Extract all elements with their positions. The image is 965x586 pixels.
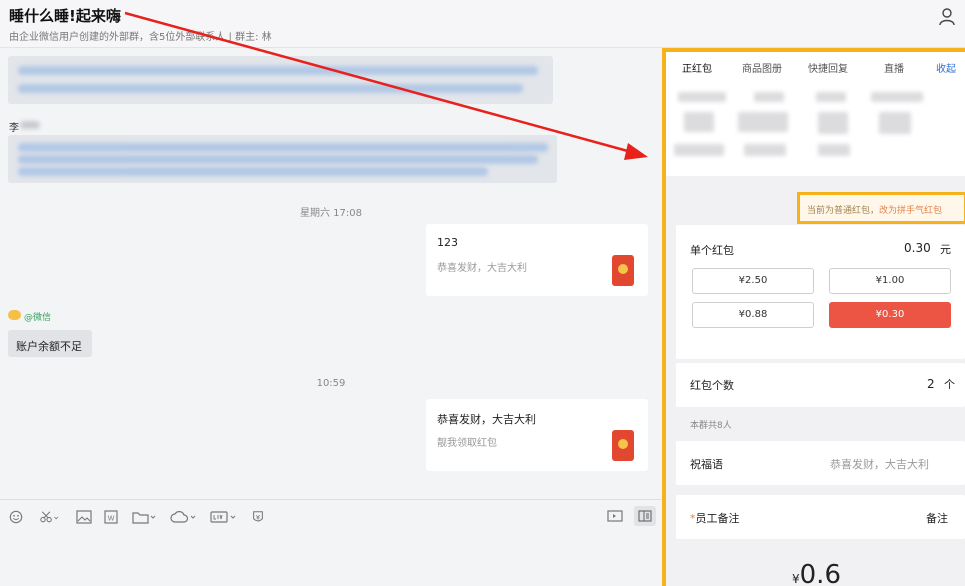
red-packet-subtitle: 恭喜发财，大吉大利 [437,263,527,274]
staff-note-label-text: 员工备注 [695,512,740,525]
red-packet-title: 恭喜发财，大吉大利 [437,413,536,426]
tab-red-packet[interactable]: 正红包 [682,60,712,75]
amount-option-0-88[interactable]: ¥0.88 [692,302,814,328]
red-envelope-icon [612,430,634,461]
packet-count-section: 红包个数 2 个 [676,363,965,407]
packet-type-text: 当前为普通红包， [807,206,880,216]
red-packet-icon[interactable] [250,510,266,524]
text-bubble: 账户余额不足 [8,330,92,357]
scissors-icon[interactable] [38,510,62,524]
switch-to-lucky-link[interactable]: 改为拼手气红包 [879,206,942,216]
tab-product-album[interactable]: 商品图册 [742,60,782,75]
group-subtitle: 由企业微信用户创建的外部群，含5位外部联系人 | 群主: 林 [9,32,272,43]
input-toolbar: W [0,499,662,586]
sender-tag: @微信 [24,313,52,323]
timestamp: 10:59 [316,378,346,389]
amount-option-0-30[interactable]: ¥0.30 [829,302,951,328]
emoji-icon[interactable] [8,510,24,524]
group-title: 睡什么睡!起来嗨 [9,7,121,25]
sidebar-toggle-button[interactable] [634,506,656,526]
amount-option-2-50[interactable]: ¥2.50 [692,268,814,294]
total-amount: ¥0.6 [792,560,841,586]
red-packet-panel: 正红包 商品图册 快捷回复 直播 收起 当前为普通红包，改为拼手气红包 单个红包… [662,48,965,586]
tab-quick-reply[interactable]: 快捷回复 [808,60,848,75]
svg-text:W: W [108,516,115,523]
staff-note-label: *员工备注 [690,510,740,526]
blessing-label: 祝福语 [690,458,723,471]
red-packet-title: 123 [437,236,458,249]
blessing-section: 祝福语 恭喜发财，大吉大利 [676,441,965,485]
total-amount-value: 0.6 [799,560,841,586]
amount-unit: 元 [940,243,951,256]
app-window: 睡什么睡!起来嗨 由企业微信用户创建的外部群，含5位外部联系人 | 群主: 林 … [0,0,965,586]
packet-count-value[interactable]: 2 [927,377,935,391]
red-packet-subtitle: 靓我领取红包 [437,438,497,449]
packet-type-switch: 当前为普通红包，改为拼手气红包 [797,192,965,224]
timestamp: 星期六 17:08 [300,208,362,219]
blurred-message [8,135,557,183]
staff-note-input[interactable]: 备注 [926,510,948,526]
single-amount-label: 单个红包 [690,244,734,257]
tab-live[interactable]: 直播 [884,60,904,75]
cloud-icon[interactable] [170,510,198,524]
document-icon[interactable]: W [103,510,119,524]
single-amount-section: 单个红包 0.30 元 ¥2.50 ¥1.00 ¥0.88 ¥0.30 [676,225,965,359]
chat-area: 李 星期六 17:08 123 恭喜发财，大吉大利 @微信 账户余额不足 10:… [0,49,662,499]
blurred-message [8,56,553,104]
panel-tabs: 正红包 商品图册 快捷回复 直播 收起 [666,52,965,176]
packet-count-unit: 个 [944,378,955,391]
contact-icon[interactable] [939,8,955,26]
screen-share-icon[interactable] [607,510,623,524]
staff-note-section: *员工备注 备注 [676,495,965,539]
live-icon[interactable] [210,510,238,524]
group-member-hint: 本群共8人 [690,421,732,431]
packet-count-label: 红包个数 [690,379,734,392]
amount-option-1-00[interactable]: ¥1.00 [829,268,951,294]
folder-icon[interactable] [132,510,158,524]
image-icon[interactable] [76,510,92,524]
single-amount-value[interactable]: 0.30 [904,241,931,255]
red-packet-message[interactable]: 恭喜发财，大吉大利 靓我领取红包 [426,399,648,471]
red-envelope-icon [612,255,634,286]
collapse-link[interactable]: 收起 [936,60,956,75]
sidebar-icon [638,510,652,522]
sender-name: 李 [9,123,19,134]
red-packet-message[interactable]: 123 恭喜发财，大吉大利 [426,224,648,296]
currency-symbol: ¥ [792,572,800,586]
blessing-input[interactable]: 恭喜发财，大吉大利 [830,456,929,472]
emoji-avatar-icon [8,310,21,320]
chat-header: 睡什么睡!起来嗨 由企业微信用户创建的外部群，含5位外部联系人 | 群主: 林 [0,0,965,48]
